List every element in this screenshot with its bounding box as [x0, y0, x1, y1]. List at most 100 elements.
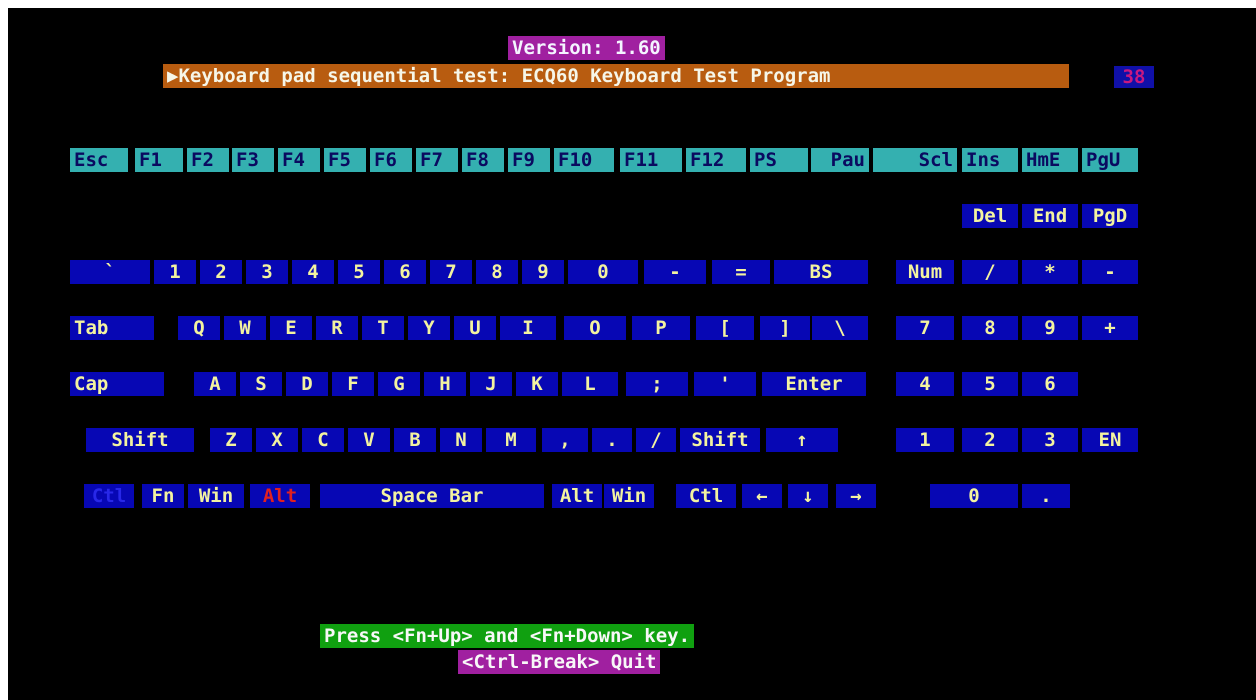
key-f12: F12	[686, 148, 746, 172]
key-num8: 8	[962, 316, 1018, 340]
key-period: .	[592, 428, 632, 452]
key-z: Z	[210, 428, 252, 452]
key-rctrl: Ctl	[676, 484, 736, 508]
key-4: 4	[292, 260, 334, 284]
key-counter: 38	[1114, 66, 1154, 88]
key-f11: F11	[620, 148, 682, 172]
key-num2: 2	[962, 428, 1018, 452]
key-esc: Esc	[70, 148, 128, 172]
key-f7: F7	[416, 148, 458, 172]
key-num7: 7	[896, 316, 954, 340]
key-2: 2	[200, 260, 242, 284]
key-3: 3	[246, 260, 288, 284]
key-lbracket: [	[696, 316, 754, 340]
key-e: E	[270, 316, 312, 340]
key-f9: F9	[508, 148, 550, 172]
key-t: T	[362, 316, 404, 340]
key-fn: Fn	[142, 484, 184, 508]
key-num5: 5	[962, 372, 1018, 396]
key-f4: F4	[278, 148, 320, 172]
key-g: G	[378, 372, 420, 396]
key-a: A	[194, 372, 236, 396]
key-7: 7	[430, 260, 472, 284]
key-slash: /	[636, 428, 676, 452]
key-j: J	[470, 372, 512, 396]
key-backtick: `	[70, 260, 150, 284]
key-9: 9	[522, 260, 564, 284]
key-insert: Ins	[962, 148, 1018, 172]
key-quote: '	[694, 372, 756, 396]
key-lwin: Win	[188, 484, 244, 508]
key-rshift: Shift	[680, 428, 760, 452]
key-pause: Pau	[811, 148, 869, 172]
footer-quit: <Ctrl-Break> Quit	[458, 650, 661, 674]
key-end: End	[1022, 204, 1078, 228]
test-title: ▶Keyboard pad sequential test: ECQ60 Key…	[163, 64, 1069, 88]
key-backslash: \	[812, 316, 868, 340]
key-8: 8	[476, 260, 518, 284]
key-comma: ,	[542, 428, 588, 452]
key-minus: -	[644, 260, 706, 284]
key-y: Y	[408, 316, 450, 340]
key-num-enter: EN	[1082, 428, 1138, 452]
key-num4: 4	[896, 372, 954, 396]
key-enter: Enter	[762, 372, 866, 396]
key-num-minus: -	[1082, 260, 1138, 284]
key-rwin: Win	[604, 484, 654, 508]
key-q: Q	[178, 316, 220, 340]
key-d: D	[286, 372, 328, 396]
key-5: 5	[338, 260, 380, 284]
key-s: S	[240, 372, 282, 396]
key-space: Space Bar	[320, 484, 544, 508]
key-u: U	[454, 316, 496, 340]
key-r: R	[316, 316, 358, 340]
key-f2: F2	[187, 148, 229, 172]
key-n: N	[440, 428, 482, 452]
key-numlock: Num	[896, 260, 954, 284]
key-equals: =	[712, 260, 770, 284]
key-delete: Del	[962, 204, 1018, 228]
key-l: L	[562, 372, 618, 396]
key-pagedown: PgD	[1082, 204, 1138, 228]
key-f3: F3	[232, 148, 274, 172]
key-c: C	[302, 428, 344, 452]
key-semicolon: ;	[626, 372, 688, 396]
key-ralt: Alt	[552, 484, 602, 508]
key-lalt: Alt	[250, 484, 310, 508]
key-f5: F5	[324, 148, 366, 172]
key-f8: F8	[462, 148, 504, 172]
key-f10: F10	[554, 148, 614, 172]
key-num-divide: /	[962, 260, 1018, 284]
key-num3: 3	[1022, 428, 1078, 452]
key-f1: F1	[135, 148, 183, 172]
key-f6: F6	[370, 148, 412, 172]
key-v: V	[348, 428, 390, 452]
key-lshift: Shift	[86, 428, 194, 452]
footer-hint: Press <Fn+Up> and <Fn+Down> key.	[320, 624, 695, 648]
key-i: I	[500, 316, 556, 340]
key-m: M	[486, 428, 536, 452]
key-pageup: PgU	[1082, 148, 1138, 172]
version-label: Version: 1.60	[508, 36, 665, 60]
key-arrow-down: ↓	[788, 484, 828, 508]
key-backspace: BS	[774, 260, 868, 284]
key-1: 1	[154, 260, 196, 284]
key-arrow-right: →	[836, 484, 876, 508]
key-num0: 0	[930, 484, 1018, 508]
key-lctrl: Ctl	[84, 484, 134, 508]
key-num-multiply: *	[1022, 260, 1078, 284]
key-6: 6	[384, 260, 426, 284]
key-home: HmE	[1022, 148, 1078, 172]
key-num9: 9	[1022, 316, 1078, 340]
key-x: X	[256, 428, 298, 452]
key-capslock: Cap	[70, 372, 164, 396]
key-arrow-up: ↑	[766, 428, 838, 452]
key-num6: 6	[1022, 372, 1078, 396]
key-h: H	[424, 372, 466, 396]
key-num-decimal: .	[1022, 484, 1070, 508]
key-rbracket: ]	[760, 316, 810, 340]
key-f: F	[332, 372, 374, 396]
key-tab: Tab	[70, 316, 154, 340]
key-k: K	[516, 372, 558, 396]
key-b: B	[394, 428, 436, 452]
